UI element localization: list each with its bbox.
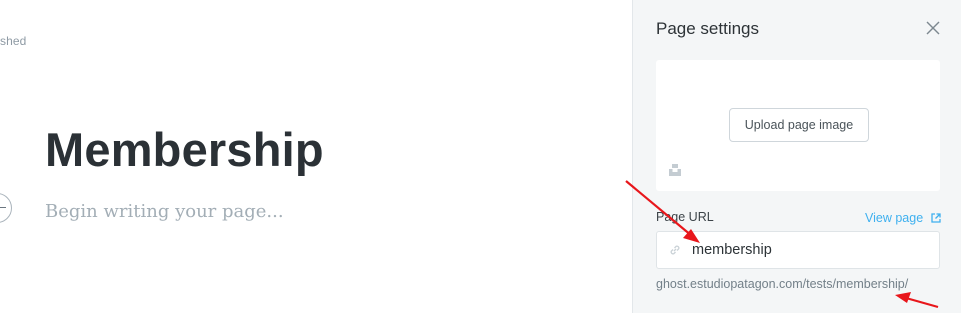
plus-icon: [0, 207, 6, 208]
page-url-label: Page URL: [656, 210, 714, 224]
upload-page-image-button[interactable]: Upload page image: [729, 108, 869, 142]
publish-status: shed: [0, 34, 27, 48]
page-title[interactable]: Membership: [45, 122, 324, 177]
page-url-input[interactable]: [692, 232, 932, 268]
view-page-link[interactable]: View page: [865, 211, 941, 225]
unsplash-icon[interactable]: [668, 163, 682, 177]
close-icon[interactable]: [925, 20, 941, 36]
page-editor-screen: shed Membership Begin writing your page.…: [0, 0, 961, 313]
page-image-area: Upload page image: [656, 60, 940, 191]
link-icon: [670, 245, 680, 255]
view-page-label: View page: [865, 211, 924, 225]
page-settings-panel: Page settings Upload page image Page URL…: [632, 0, 961, 313]
external-link-icon: [930, 213, 941, 223]
add-card-button[interactable]: [0, 193, 12, 223]
panel-title: Page settings: [656, 19, 760, 38]
body-placeholder[interactable]: Begin writing your page...: [45, 201, 284, 222]
page-url-field[interactable]: [656, 231, 940, 269]
page-url-preview: ghost.estudiopatagon.com/tests/membershi…: [656, 277, 909, 291]
